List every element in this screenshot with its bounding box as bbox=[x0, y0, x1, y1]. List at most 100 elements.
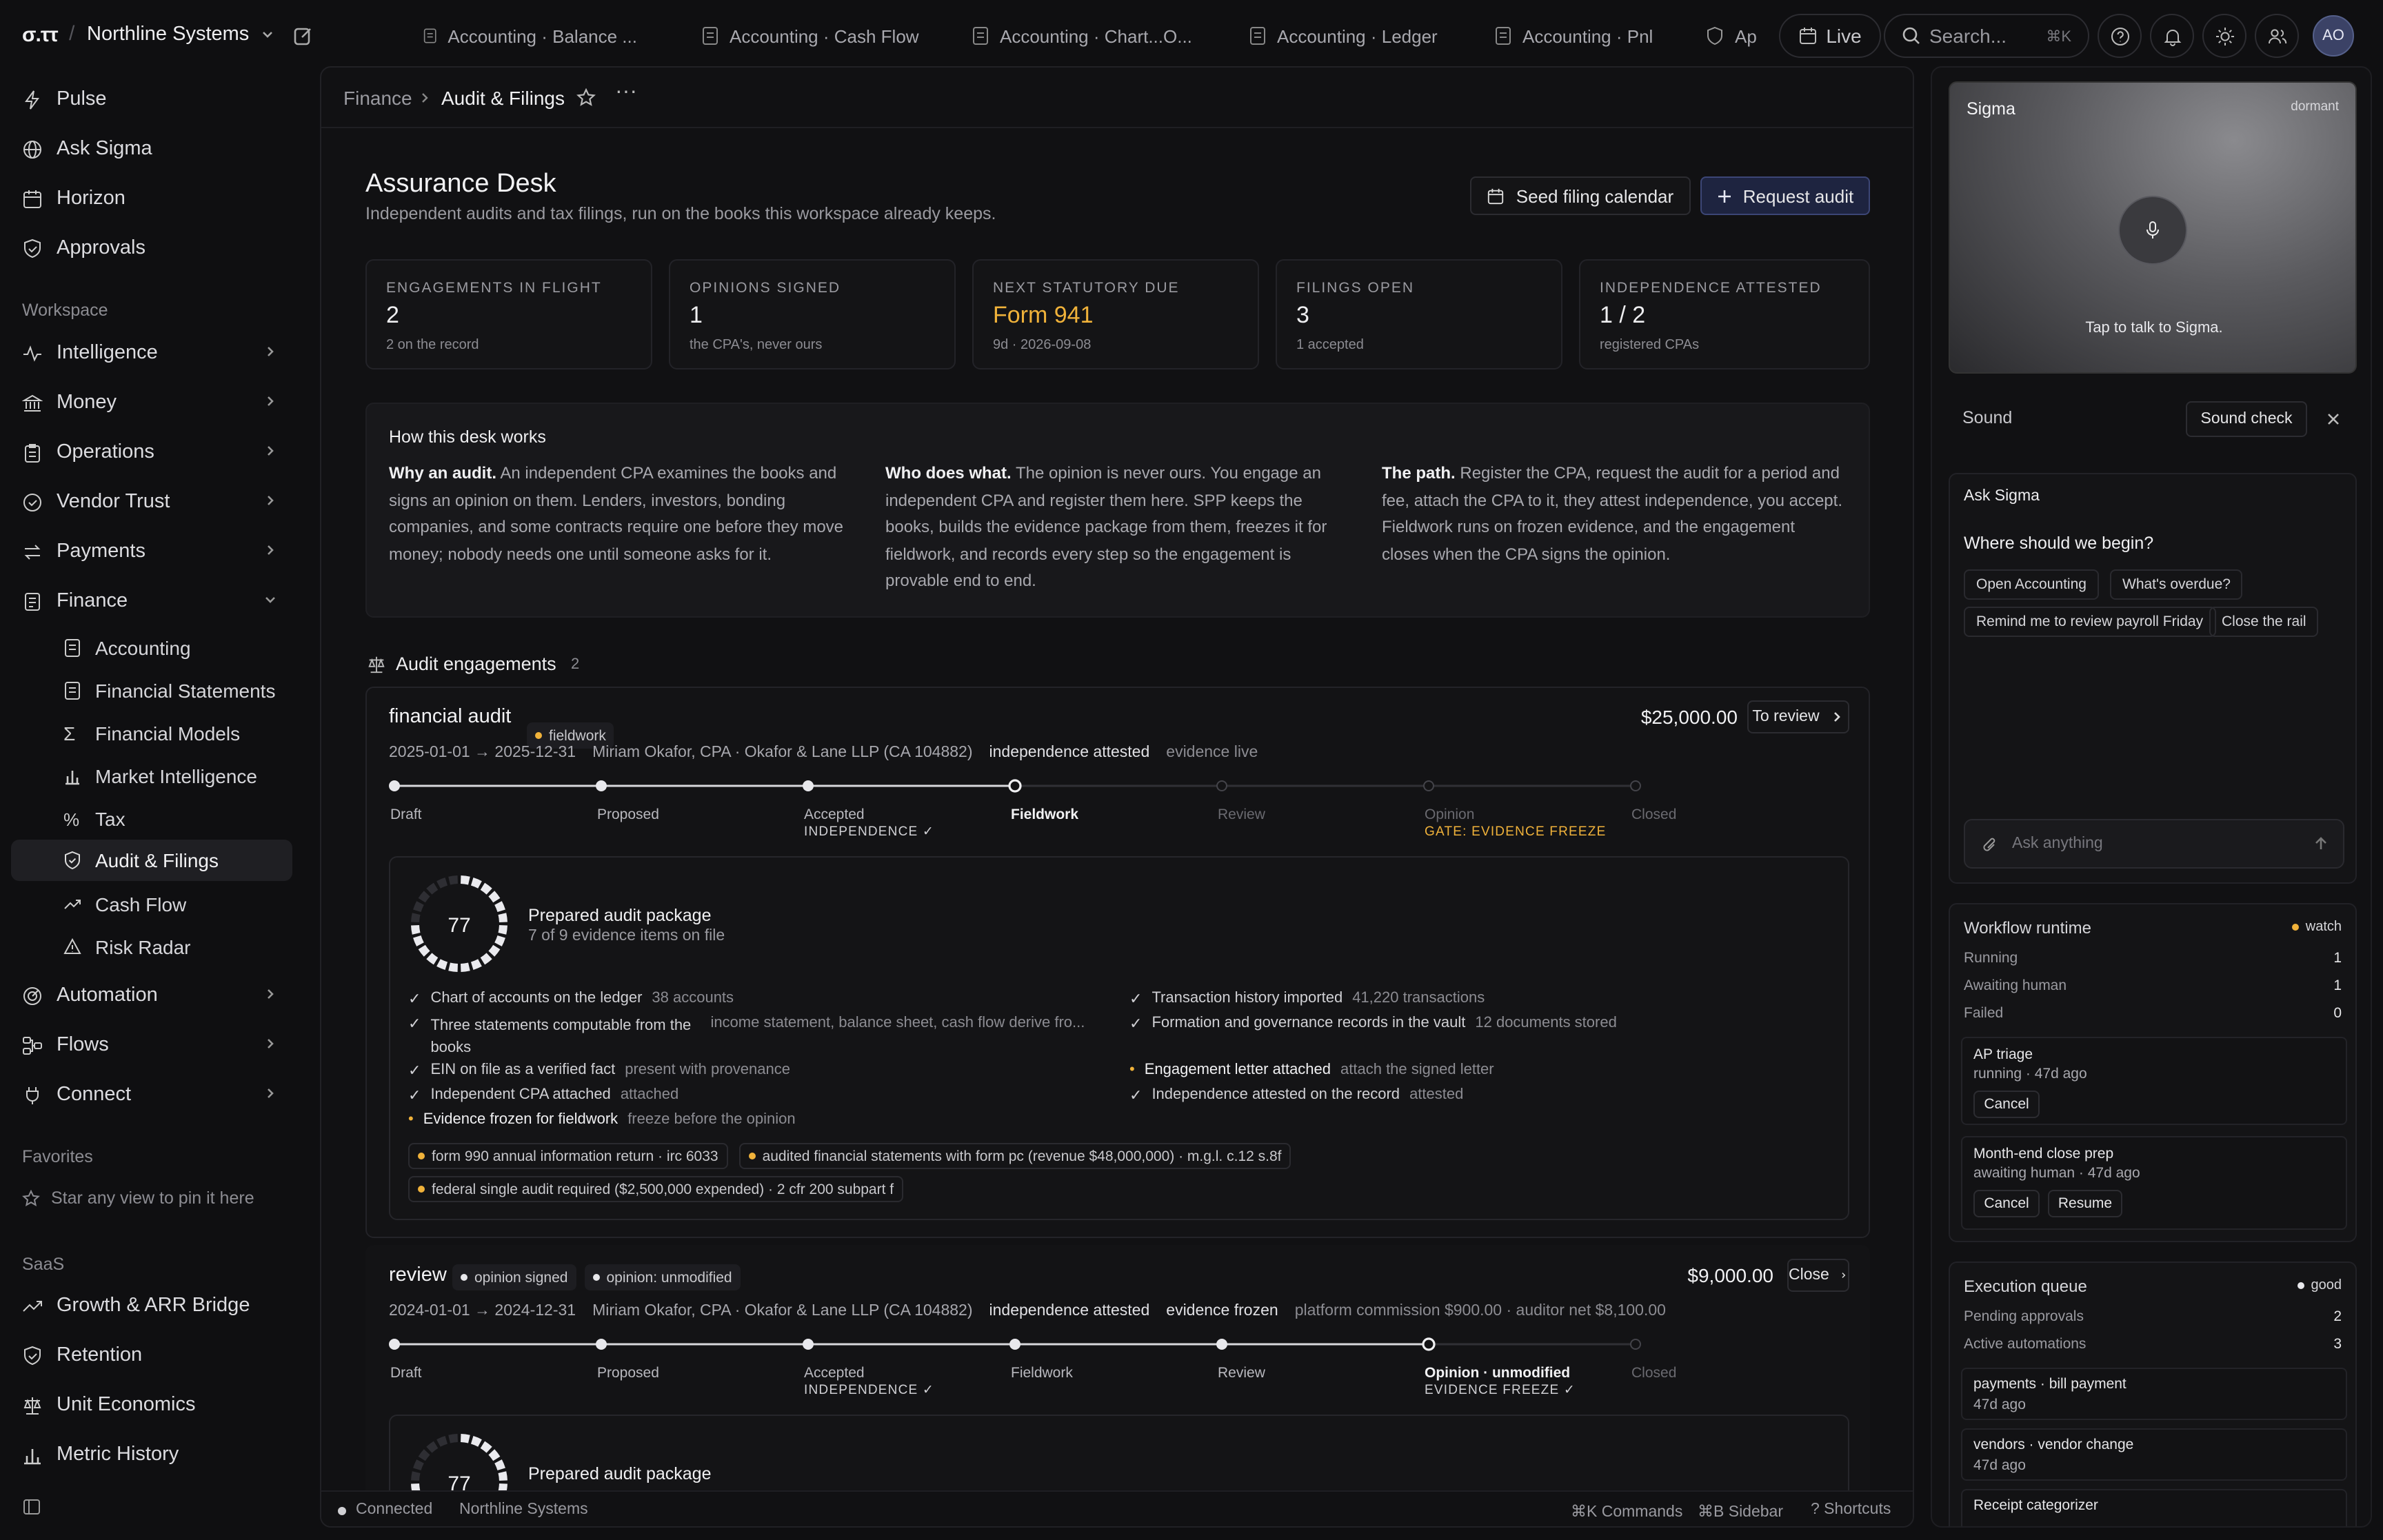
suggestion-chip[interactable]: Close the rail bbox=[2209, 607, 2319, 637]
sound-check-button[interactable]: Sound check bbox=[2186, 401, 2307, 437]
workflow-title: Workflow runtime bbox=[1964, 918, 2091, 938]
send-arrow-icon[interactable] bbox=[2313, 835, 2329, 852]
kpi-label: NEXT STATUTORY DUE bbox=[993, 280, 1180, 296]
sidebar-item-pulse[interactable]: Pulse bbox=[11, 77, 292, 121]
sidebar-toggle-icon[interactable] bbox=[22, 1497, 41, 1517]
sigma-voice-panel: Sigma dormant Tap to talk to Sigma. bbox=[1949, 81, 2357, 374]
ring-segment bbox=[480, 1441, 492, 1453]
queue-item[interactable]: vendors · vendor change 47d ago bbox=[1961, 1428, 2347, 1481]
microphone-button[interactable] bbox=[2118, 196, 2187, 265]
engagement-flag: evidence live bbox=[1166, 744, 1258, 761]
tab-ledger[interactable]: Accounting · Ledger bbox=[1249, 19, 1456, 52]
progress-stepper bbox=[389, 1337, 1641, 1351]
star-icon[interactable] bbox=[576, 88, 596, 108]
sidebar-item-connect[interactable]: Connect bbox=[11, 1073, 292, 1117]
checklist-label: Transaction history imported bbox=[1152, 990, 1343, 1006]
engagement-meta: 2024-01-01 → 2024-12-31 Miriam Okafor, C… bbox=[389, 1303, 1666, 1319]
sidebar-item-payments[interactable]: Payments bbox=[11, 529, 292, 574]
search-input[interactable]: Search... ⌘K bbox=[1884, 14, 2089, 58]
to-review-button[interactable]: To review bbox=[1747, 700, 1849, 733]
shortcuts-help[interactable]: ? Shortcuts bbox=[1811, 1501, 1891, 1518]
request-audit-button[interactable]: Request audit bbox=[1700, 176, 1870, 215]
status-label: opinion: unmodified bbox=[606, 1269, 732, 1286]
step-node bbox=[596, 780, 607, 791]
sun-icon[interactable] bbox=[2202, 14, 2246, 58]
job-card: AP triage running · 47d ago Cancel bbox=[1961, 1037, 2347, 1125]
ask-input[interactable]: Ask anything bbox=[1964, 819, 2344, 869]
tab-cash-flow[interactable]: Accounting · Cash Flow bbox=[702, 19, 923, 52]
live-button[interactable]: Live bbox=[1779, 14, 1881, 58]
how-panel: How this desk works Why an audit. An ind… bbox=[365, 403, 1870, 618]
ring-segment bbox=[480, 953, 492, 965]
sidebar-item-financial-models[interactable]: Σ Financial Models bbox=[52, 714, 290, 753]
sidebar-item-audit-filings[interactable]: Audit & Filings bbox=[11, 840, 292, 881]
tab-ap[interactable]: Ap bbox=[1706, 19, 1775, 52]
cancel-button[interactable]: Cancel bbox=[1973, 1190, 2040, 1217]
checklist-item: ✓ Independence attested on the record atte… bbox=[1129, 1086, 1463, 1104]
sidebar-item-money[interactable]: Money bbox=[11, 381, 292, 425]
sidebar-item-ask-sigma[interactable]: Ask Sigma bbox=[11, 127, 292, 171]
more-icon[interactable]: ··· bbox=[615, 80, 637, 105]
sidebar-item-finance[interactable]: Finance bbox=[11, 579, 292, 623]
document-icon bbox=[423, 28, 436, 43]
sidebar-item-market-intelligence[interactable]: Market Intelligence bbox=[52, 757, 290, 796]
sidebar-item-flows[interactable]: Flows bbox=[11, 1023, 292, 1067]
queue-item[interactable]: Receipt categorizer bbox=[1961, 1489, 2347, 1526]
kpi-label: OPINIONS SIGNED bbox=[690, 280, 841, 296]
seed-filing-calendar-button[interactable]: Seed filing calendar bbox=[1470, 176, 1691, 215]
ring-segment bbox=[436, 959, 448, 970]
workspace-switcher[interactable]: Northline Systems bbox=[87, 23, 274, 45]
checklist-item: ✓ Formation and governance records in the… bbox=[1129, 1015, 1617, 1033]
users-icon[interactable] bbox=[2255, 14, 2299, 58]
sidebar-item-approvals[interactable]: Approvals bbox=[11, 226, 292, 270]
suggestion-chip[interactable]: Open Accounting bbox=[1964, 569, 2099, 600]
document-icon bbox=[65, 682, 80, 700]
how-head: Who does what. bbox=[885, 463, 1012, 483]
sidebar-shortcut[interactable]: ⌘B Sidebar bbox=[1698, 1501, 1783, 1521]
paperclip-icon[interactable] bbox=[1982, 835, 1998, 855]
compose-icon[interactable] bbox=[292, 25, 314, 47]
sidebar-item-tax[interactable]: % Tax bbox=[52, 800, 290, 838]
avatar[interactable]: AO bbox=[2313, 15, 2354, 57]
sidebar-item-operations[interactable]: Operations bbox=[11, 430, 292, 474]
ring-segment bbox=[436, 1436, 448, 1447]
ring-segment bbox=[460, 962, 470, 972]
tab-balance-sheet[interactable]: Accounting · Balance ... bbox=[423, 19, 637, 52]
close-engagement-button[interactable]: Close bbox=[1787, 1259, 1849, 1292]
sidebar-item-label: Automation bbox=[57, 984, 158, 1006]
chevron-right-icon bbox=[268, 545, 274, 555]
sidebar-item-retention[interactable]: Retention bbox=[11, 1333, 292, 1377]
chevron-down-icon bbox=[262, 32, 272, 38]
bell-icon[interactable] bbox=[2150, 14, 2194, 58]
sidebar-item-growth-arr[interactable]: Growth & ARR Bridge bbox=[11, 1284, 292, 1328]
how-title: How this desk works bbox=[389, 427, 546, 447]
sidebar-item-accounting[interactable]: Accounting bbox=[52, 629, 290, 667]
sidebar-item-metric-history[interactable]: Metric History bbox=[11, 1432, 292, 1477]
sidebar-item-label: Connect bbox=[57, 1084, 132, 1106]
commands-shortcut[interactable]: ⌘K Commands bbox=[1571, 1501, 1682, 1521]
sidebar-item-vendor-trust[interactable]: Vendor Trust bbox=[11, 480, 292, 524]
section-label-workspace: Workspace bbox=[22, 301, 108, 320]
close-icon[interactable] bbox=[2326, 412, 2340, 426]
sidebar-item-automation[interactable]: Automation bbox=[11, 973, 292, 1017]
document-icon bbox=[703, 27, 718, 45]
sidebar-item-financial-statements[interactable]: Financial Statements bbox=[52, 671, 290, 710]
sidebar-item-intelligence[interactable]: Intelligence bbox=[11, 331, 292, 375]
suggestion-chip[interactable]: Remind me to review payroll Friday bbox=[1964, 607, 2216, 637]
status-badge: opinion: unmodified bbox=[584, 1264, 741, 1290]
sidebar-item-risk-radar[interactable]: Risk Radar bbox=[52, 928, 290, 966]
sidebar-item-unit-economics[interactable]: Unit Economics bbox=[11, 1383, 292, 1427]
suggestion-chip[interactable]: What's overdue? bbox=[2110, 569, 2243, 600]
tab-pnl[interactable]: Accounting · Pnl bbox=[1495, 19, 1658, 52]
cancel-button[interactable]: Cancel bbox=[1973, 1091, 2040, 1118]
sidebar-item-horizon[interactable]: Horizon bbox=[11, 176, 292, 221]
help-icon[interactable] bbox=[2098, 14, 2142, 58]
checklist-meta: 12 documents stored bbox=[1475, 1015, 1617, 1031]
metric-value: 3 bbox=[2333, 1336, 2342, 1352]
breadcrumb-parent[interactable]: Finance bbox=[343, 87, 412, 109]
resume-button[interactable]: Resume bbox=[2048, 1190, 2122, 1217]
queue-item[interactable]: payments · bill payment 47d ago bbox=[1961, 1368, 2347, 1420]
tab-chart-of-accounts[interactable]: Accounting · Chart...O... bbox=[972, 19, 1193, 52]
step-label: Proposed bbox=[597, 1365, 659, 1381]
sidebar-item-cash-flow[interactable]: Cash Flow bbox=[52, 885, 290, 924]
